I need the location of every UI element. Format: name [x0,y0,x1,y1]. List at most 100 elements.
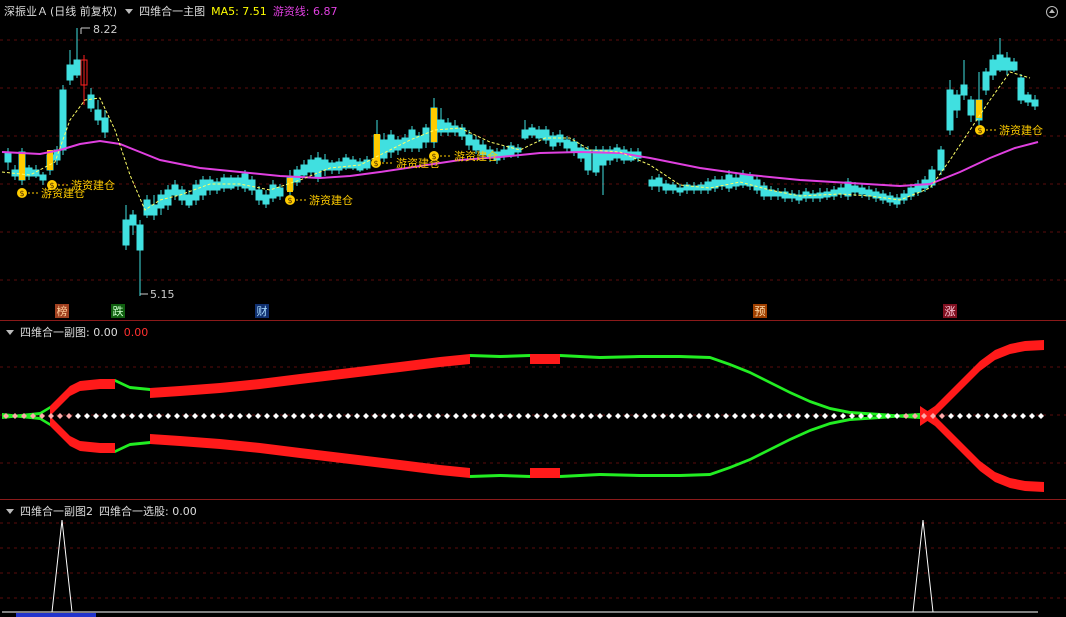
chevron-down-icon[interactable] [6,509,14,514]
baseline-diamond [408,413,414,419]
sub1-title[interactable]: 四维合一副图 [20,326,86,339]
candle-body [996,54,1004,71]
baseline-diamond [948,413,954,419]
candle-body [953,94,961,111]
candle-body [307,159,315,173]
candle-body [73,59,81,76]
sub1-chart-panel[interactable]: 四维合一副图: 0.00 0.00 [0,321,1066,499]
main-candlestick-chart[interactable]: $ 游资建仓$ 游资建仓$ 游资建仓$ 游资建仓$ 游资建仓$ 游资建仓8.225.15榜跌… [0,0,1066,320]
baseline-diamond [795,413,801,419]
lower-band-segment [50,416,60,436]
candle-body [521,129,529,139]
baseline-diamond [1002,413,1008,419]
baseline-diamond [462,413,468,419]
candle-body [300,164,308,176]
candle-body [101,117,109,133]
chevron-down-icon[interactable] [6,330,14,335]
sub2-title[interactable]: 四维合一副图2 [20,505,93,518]
upper-band-segment [935,391,950,416]
baseline-diamond [66,413,72,419]
baseline-diamond [471,413,477,419]
candle-body [122,219,130,246]
candle-body [732,177,740,187]
candle-body [321,159,329,171]
upper-band-segment [130,386,150,391]
baseline-diamond [84,413,90,419]
candle-body [662,183,670,191]
money-bag-icon-glyph: $ [49,181,54,190]
collapse-icon[interactable] [1046,6,1058,18]
sub1-indicator-chart[interactable] [0,321,1066,499]
signal-candle [976,100,982,118]
upper-band-segment [560,354,600,359]
baseline-diamond [417,413,423,419]
baseline-diamond [759,413,765,419]
candle-body [4,151,12,163]
lower-band-segment [710,466,730,476]
event-tag-label: 预 [755,305,766,318]
upper-band-segment [180,383,220,396]
low-price-label: 5.15 [150,288,175,301]
chevron-down-icon[interactable] [125,9,134,14]
baseline-diamond [669,413,675,419]
lower-band-segment [180,436,220,449]
baseline-diamond [813,413,819,419]
baseline-diamond [354,413,360,419]
upper-band-segment [980,350,995,371]
baseline-diamond [696,413,702,419]
upper-band-segment [100,379,115,389]
baseline-diamond [300,413,306,419]
candle-body [185,194,193,206]
baseline-diamond [651,413,657,419]
baseline-diamond [894,413,900,419]
candle-body [865,189,873,197]
baseline-diamond [993,413,999,419]
candle-body [276,187,284,197]
candle-body [937,149,945,171]
lower-band-segment [935,416,950,441]
lower-band-segment [600,473,640,477]
baseline-diamond [219,413,225,419]
lower-band-segment [950,431,965,456]
candle-body [213,181,221,191]
baseline-diamond [1011,413,1017,419]
candle-body [802,191,810,199]
upper-band-segment [260,374,300,389]
lower-band-segment [995,472,1010,488]
candle-body [570,141,578,153]
baseline-diamond [192,413,198,419]
candle-body [269,184,277,199]
candle-body [1017,77,1025,101]
baseline-diamond [75,413,81,419]
signal-spike [912,519,934,613]
baseline-diamond [984,413,990,419]
candle-body [328,162,336,171]
baseline-diamond [48,413,54,419]
sub2-chart-panel[interactable]: 四维合一副图2 四维合一选股: 0.00 [0,500,1066,617]
upper-band-segment [750,371,770,384]
lower-band-segment [790,429,810,441]
indicator-name[interactable]: 四维合一主图 [139,5,205,18]
lower-band-segment [770,438,790,451]
date-indicator [16,613,96,617]
baseline-diamond [1020,413,1026,419]
baseline-diamond [273,413,279,419]
money-bag-icon-glyph: $ [977,126,982,135]
upper-band-segment [680,355,710,359]
baseline-diamond [165,413,171,419]
event-tag-label: 财 [257,304,268,318]
baseline-diamond [750,413,756,419]
upper-band-segment [995,344,1010,360]
upper-band-segment [470,354,500,358]
candle-body [227,177,235,189]
candle-body [234,177,242,187]
upper-band-segment [830,407,850,414]
lower-band-segment [115,443,130,453]
baseline-diamond [570,413,576,419]
candle-body [982,71,990,91]
baseline-diamond [246,413,252,419]
upper-band-segment [950,376,965,401]
baseline-diamond [444,413,450,419]
main-chart-panel[interactable]: $ 游资建仓 $ 游资建仓 $ 游资建仓 $ 游资建仓 $ 游资建仓 $ 游资建仓 8.22 5.15 榜跌… [0,0,1066,320]
baseline-diamond [147,413,153,419]
